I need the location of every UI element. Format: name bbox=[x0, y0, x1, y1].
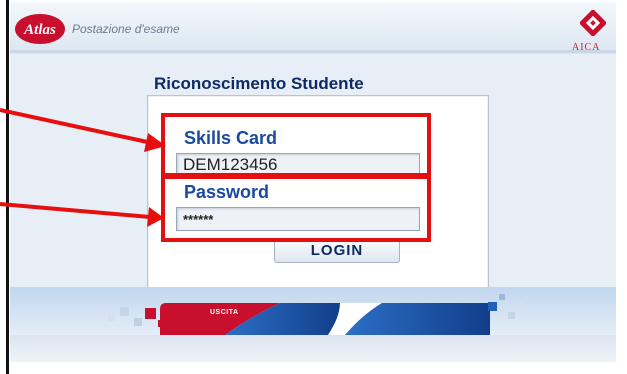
decor-pixel bbox=[488, 302, 497, 311]
decor-pixel bbox=[518, 302, 523, 307]
decor-pixel bbox=[120, 307, 129, 316]
atlas-logo: Atlas bbox=[15, 14, 65, 44]
station-label: Postazione d'esame bbox=[72, 22, 180, 36]
decor-pixel bbox=[134, 318, 142, 326]
svg-text:Atlas: Atlas bbox=[23, 22, 56, 38]
footer-band bbox=[10, 287, 616, 335]
decor-pixel bbox=[508, 312, 515, 319]
decor-pixel bbox=[158, 320, 165, 327]
aica-logo bbox=[580, 10, 606, 36]
left-border-line bbox=[6, 0, 9, 374]
password-highlight bbox=[161, 175, 431, 242]
bottom-fade bbox=[10, 335, 616, 362]
form-title: Riconoscimento Studente bbox=[154, 74, 364, 93]
decor-pixel bbox=[145, 308, 156, 319]
header-divider bbox=[10, 50, 616, 53]
decor-pixel bbox=[108, 314, 115, 321]
aica-label: AICA bbox=[572, 42, 601, 53]
decor-pixel bbox=[499, 294, 505, 300]
exit-button[interactable]: USCITA bbox=[210, 309, 239, 316]
skills-card-highlight bbox=[161, 113, 431, 177]
